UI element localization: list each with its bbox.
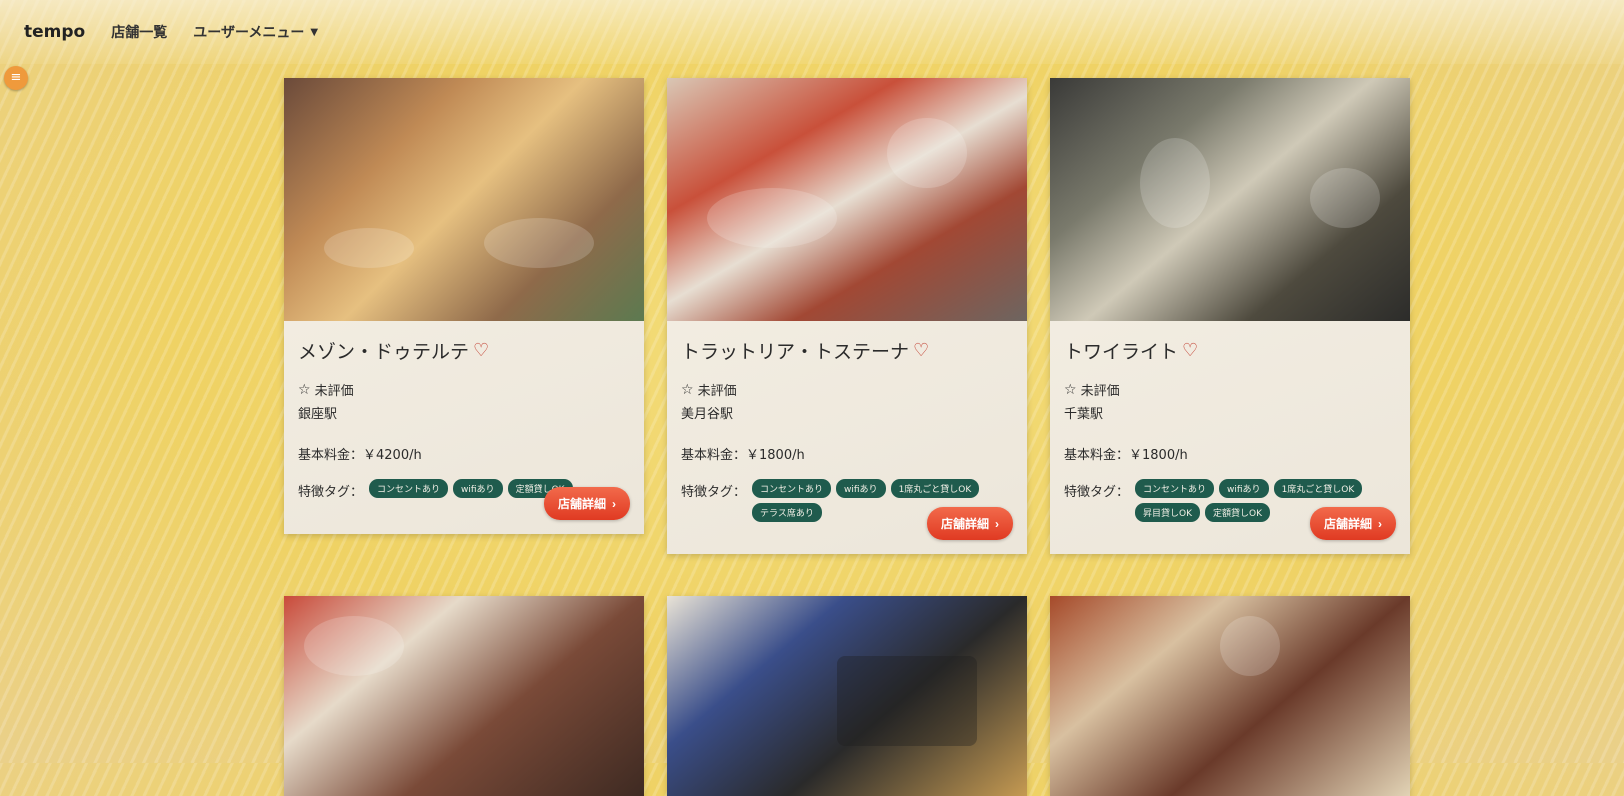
store-card: トラットリア・トステーナ ♡ ☆ 未評価 美月谷駅 基本料金：￥1800/h 特… (667, 78, 1027, 554)
tag-badge: 定額貸しOK (1205, 503, 1271, 522)
detail-button-label: 店舗詳細 (557, 497, 606, 511)
heart-outline-icon[interactable]: ♡ (913, 340, 929, 361)
store-photo[interactable] (1050, 596, 1410, 796)
store-name[interactable]: トワイライト (1064, 337, 1178, 364)
store-card: トワイライト ♡ ☆ 未評価 千葉駅 基本料金：￥1800/h 特徴タグ： コン… (1050, 78, 1410, 554)
heart-outline-icon[interactable]: ♡ (473, 340, 489, 361)
detail-button-label: 店舗詳細 (940, 517, 989, 531)
tag-badge: コンセントあり (752, 479, 832, 498)
tag-badge: wifiあり (836, 479, 886, 498)
store-detail-button[interactable]: 店舗詳細 › (1309, 507, 1396, 540)
store-card (284, 596, 644, 796)
top-navbar: tempo 店舗一覧 ユーザーメニュー ▼ (0, 0, 1624, 64)
store-photo[interactable] (284, 596, 644, 796)
tags-label: 特徴タグ： (298, 485, 364, 500)
chevron-right-icon: › (612, 496, 616, 511)
tag-badge: 昇目貸しOK (1135, 503, 1201, 522)
store-station: 銀座駅 (298, 407, 338, 422)
detail-button-label: 店舗詳細 (1323, 517, 1372, 531)
star-outline-icon: ☆ (298, 381, 311, 398)
store-price: 基本料金：￥4200/h (298, 444, 630, 463)
tag-badge: コンセントあり (1135, 479, 1215, 498)
store-card (667, 596, 1027, 796)
tag-badge: wifiあり (1219, 479, 1269, 498)
tags-label: 特徴タグ： (1064, 485, 1130, 500)
heart-outline-icon[interactable]: ♡ (1182, 340, 1198, 361)
store-rating: ☆ 未評価 (1064, 380, 1396, 400)
brand-logo[interactable]: tempo (24, 22, 85, 42)
price-label: 基本料金： (1064, 448, 1130, 463)
store-photo[interactable] (284, 78, 644, 321)
store-card: メゾン・ドゥテルテ ♡ ☆ 未評価 銀座駅 基本料金：￥4200/h 特徴タグ：… (284, 78, 644, 534)
sidebar-toggle-button[interactable]: ≡ (4, 66, 28, 90)
tag-badge: wifiあり (453, 479, 503, 498)
store-station: 千葉駅 (1064, 407, 1104, 422)
store-grid: メゾン・ドゥテルテ ♡ ☆ 未評価 銀座駅 基本料金：￥4200/h 特徴タグ：… (284, 78, 1414, 796)
store-photo[interactable] (667, 78, 1027, 321)
store-name[interactable]: トラットリア・トステーナ (681, 337, 909, 364)
chevron-right-icon: › (1378, 516, 1382, 531)
price-label: 基本料金： (298, 448, 364, 463)
nav-store-list[interactable]: 店舗一覧 (111, 22, 167, 42)
tag-badge: 1席丸ごと貸しOK (1273, 479, 1363, 498)
store-station: 美月谷駅 (681, 407, 734, 422)
store-photo[interactable] (667, 596, 1027, 796)
store-name[interactable]: メゾン・ドゥテルテ (298, 337, 469, 364)
price-value: ￥4200/h (363, 448, 422, 463)
price-label: 基本料金： (681, 448, 747, 463)
star-outline-icon: ☆ (681, 381, 694, 398)
tag-badge: 1席丸ごと貸しOK (890, 479, 980, 498)
store-rating: ☆ 未評価 (681, 380, 1013, 400)
rating-label: 未評価 (314, 384, 354, 399)
nav-user-menu[interactable]: ユーザーメニュー ▼ (193, 22, 318, 42)
chevron-right-icon: › (995, 516, 999, 531)
tag-badge: テラス席あり (752, 503, 822, 522)
tag-badge: コンセントあり (369, 479, 449, 498)
store-detail-button[interactable]: 店舗詳細 › (543, 487, 630, 520)
price-value: ￥1800/h (746, 448, 805, 463)
price-value: ￥1800/h (1129, 448, 1188, 463)
rating-label: 未評価 (1080, 384, 1120, 399)
store-price: 基本料金：￥1800/h (681, 444, 1013, 463)
store-detail-button[interactable]: 店舗詳細 › (926, 507, 1013, 540)
caret-down-icon: ▼ (310, 26, 319, 38)
rating-label: 未評価 (697, 384, 737, 399)
tags-label: 特徴タグ： (681, 485, 747, 500)
store-card (1050, 596, 1410, 796)
store-rating: ☆ 未評価 (298, 380, 630, 400)
store-photo[interactable] (1050, 78, 1410, 321)
store-price: 基本料金：￥1800/h (1064, 444, 1396, 463)
nav-user-menu-label: ユーザーメニュー (193, 25, 305, 41)
star-outline-icon: ☆ (1064, 381, 1077, 398)
